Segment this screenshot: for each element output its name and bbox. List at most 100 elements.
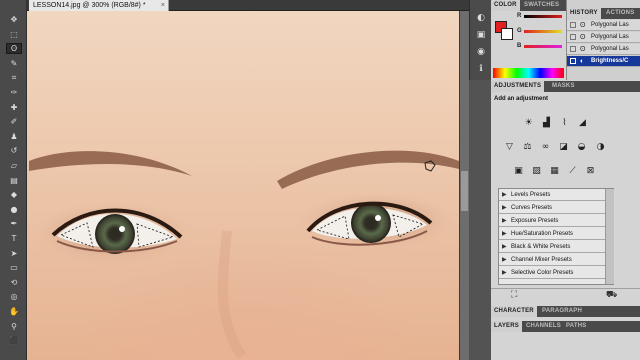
history-item-label: Polygonal Las (591, 22, 629, 28)
history-item-label: Polygonal Las (591, 46, 629, 52)
color-panel-icon[interactable]: ◐ (474, 12, 488, 24)
green-slider[interactable] (524, 30, 562, 33)
history-checkbox[interactable] (570, 34, 576, 40)
quick-selection-tool-icon[interactable]: ✎ (6, 58, 22, 69)
background-color-swatch[interactable] (501, 28, 513, 40)
history-item[interactable]: ʘ Polygonal Las (567, 32, 640, 43)
black-white-icon[interactable]: ◪ (557, 140, 570, 153)
type-tool-icon[interactable]: T (6, 233, 22, 244)
selective-color-icon[interactable]: ⊠ (584, 164, 597, 177)
clone-stamp-tool-icon[interactable]: ♟ (6, 131, 22, 142)
presets-scrollbar[interactable] (605, 189, 614, 284)
exposure-icon[interactable]: ◢ (576, 116, 589, 129)
tab-color[interactable]: COLOR (491, 0, 520, 11)
tab-channels[interactable]: CHANNELS (523, 321, 564, 332)
vibrance-icon[interactable]: ▽ (503, 140, 516, 153)
3d-orbit-tool-icon[interactable]: ◎ (6, 291, 22, 302)
preset-levels[interactable]: ▶ Levels Presets (499, 189, 605, 201)
lasso-icon: ʘ (580, 46, 586, 53)
shape-tool-icon[interactable]: ▭ (6, 262, 22, 273)
history-checkbox[interactable] (570, 46, 576, 52)
preset-selective-color[interactable]: ▶ Selective Color Presets (499, 267, 605, 279)
tab-swatches[interactable]: SWATCHES (521, 0, 562, 11)
tab-layers[interactable]: LAYERS (491, 321, 522, 332)
eyedropper-tool-icon[interactable]: ✑ (6, 87, 22, 98)
healing-brush-tool-icon[interactable]: ✚ (6, 102, 22, 113)
info-panel-icon[interactable]: ℹ (474, 63, 488, 75)
face-photo (29, 150, 459, 359)
pen-tool-icon[interactable]: ✒ (6, 218, 22, 229)
history-panel: HISTORY ACTIONS ʘ Polygonal Las ʘ Polygo… (566, 0, 640, 80)
path-selection-tool-icon[interactable]: ➤ (6, 248, 22, 259)
dodge-tool-icon[interactable]: ● (6, 204, 22, 215)
tab-adjustments[interactable]: ADJUSTMENTS (491, 81, 545, 92)
brightness-contrast-icon[interactable]: ☀ (522, 116, 535, 129)
preset-black-white[interactable]: ▶ Black & White Presets (499, 241, 605, 253)
panel-icon-strip: ◐ ▣ ◉ ℹ (469, 0, 491, 80)
scroll-thumb[interactable] (461, 171, 468, 211)
red-slider[interactable] (524, 15, 562, 18)
preset-curves[interactable]: ▶ Curves Presets (499, 202, 605, 214)
color-spectrum[interactable] (493, 68, 564, 78)
lasso-icon: ʘ (580, 22, 586, 29)
preset-exposure[interactable]: ▶ Exposure Presets (499, 215, 605, 227)
panel-dock: COLOR SWATCHES R G B HISTORY ACTIONS ʘ P… (491, 0, 640, 360)
clip-to-layer-icon[interactable]: ⛶ (511, 290, 517, 300)
document-tab[interactable]: LESSON14.jpg @ 300% (RGB/8#) * × (29, 0, 169, 11)
levels-icon[interactable]: ▟ (540, 116, 553, 129)
hue-saturation-icon[interactable]: ◑ (594, 140, 607, 153)
history-item-selected[interactable]: ◐ Brightness/C (567, 56, 640, 67)
preset-channel-mixer[interactable]: ▶ Channel Mixer Presets (499, 254, 605, 266)
history-item-label: Polygonal Las (591, 34, 629, 40)
image-canvas[interactable] (27, 11, 459, 360)
marquee-tool-icon[interactable]: ⬚ (6, 29, 22, 40)
gradient-map-icon[interactable]: ⟋ (566, 164, 579, 177)
lasso-icon: ʘ (580, 34, 586, 41)
history-item[interactable]: ʘ Polygonal Las (567, 44, 640, 55)
tab-paths[interactable]: PATHS (563, 321, 589, 332)
blur-tool-icon[interactable]: ◆ (6, 189, 22, 200)
history-panel-tabs: HISTORY ACTIONS (567, 8, 640, 19)
default-colors-icon[interactable]: ⬛ (6, 335, 22, 346)
styles-panel-icon[interactable]: ◉ (474, 46, 488, 58)
hand-tool-icon[interactable]: ✋ (6, 306, 22, 317)
expand-arrow-icon: ▶ (502, 257, 507, 263)
posterize-icon[interactable]: ▨ (530, 164, 543, 177)
swatches-panel-icon[interactable]: ▣ (474, 29, 488, 41)
red-channel-label: R (517, 13, 522, 19)
lasso-tool-icon[interactable]: ʘ (6, 43, 22, 55)
invert-icon[interactable]: ▣ (512, 164, 525, 177)
channel-mixer-icon[interactable]: ∞ (539, 140, 552, 153)
tab-masks[interactable]: MASKS (549, 81, 578, 92)
brush-tool-icon[interactable]: ✐ (6, 116, 22, 127)
tab-paragraph[interactable]: PARAGRAPH (539, 306, 585, 317)
color-balance-icon[interactable]: ⚖ (521, 140, 534, 153)
expand-arrow-icon: ▶ (502, 205, 507, 211)
eraser-tool-icon[interactable]: ▱ (6, 160, 22, 171)
history-brush-tool-icon[interactable]: ↺ (6, 145, 22, 156)
adjustments-panel-tabs: ADJUSTMENTS MASKS (491, 81, 640, 92)
tab-actions[interactable]: ACTIONS (603, 8, 637, 19)
3d-rotate-tool-icon[interactable]: ⟲ (6, 277, 22, 288)
preset-hue-saturation[interactable]: ▶ Hue/Saturation Presets (499, 228, 605, 240)
threshold-icon[interactable]: ▦ (548, 164, 561, 177)
zoom-tool-icon[interactable]: ⚲ (6, 321, 22, 332)
close-icon[interactable]: × (161, 0, 165, 11)
move-tool-icon[interactable]: ✥ (6, 14, 22, 25)
color-panel-tabs: COLOR SWATCHES (491, 0, 566, 11)
history-checkbox[interactable] (570, 58, 576, 64)
document-title: LESSON14.jpg @ 300% (RGB/8#) * (33, 2, 146, 9)
photo-filter-icon[interactable]: ◒ (575, 140, 588, 153)
tab-history[interactable]: HISTORY (567, 8, 601, 19)
tab-character[interactable]: CHARACTER (491, 306, 537, 317)
history-checkbox[interactable] (570, 22, 576, 28)
return-to-list-icon[interactable]: ⛟ (606, 290, 617, 301)
curves-icon[interactable]: ⌇ (558, 116, 571, 129)
expand-arrow-icon: ▶ (502, 192, 507, 198)
vertical-scrollbar[interactable] (459, 11, 469, 360)
history-item[interactable]: ʘ Polygonal Las (567, 20, 640, 31)
expand-arrow-icon: ▶ (502, 244, 507, 250)
blue-slider[interactable] (524, 45, 562, 48)
gradient-tool-icon[interactable]: ▤ (6, 175, 22, 186)
crop-tool-icon[interactable]: ⌗ (6, 72, 22, 83)
